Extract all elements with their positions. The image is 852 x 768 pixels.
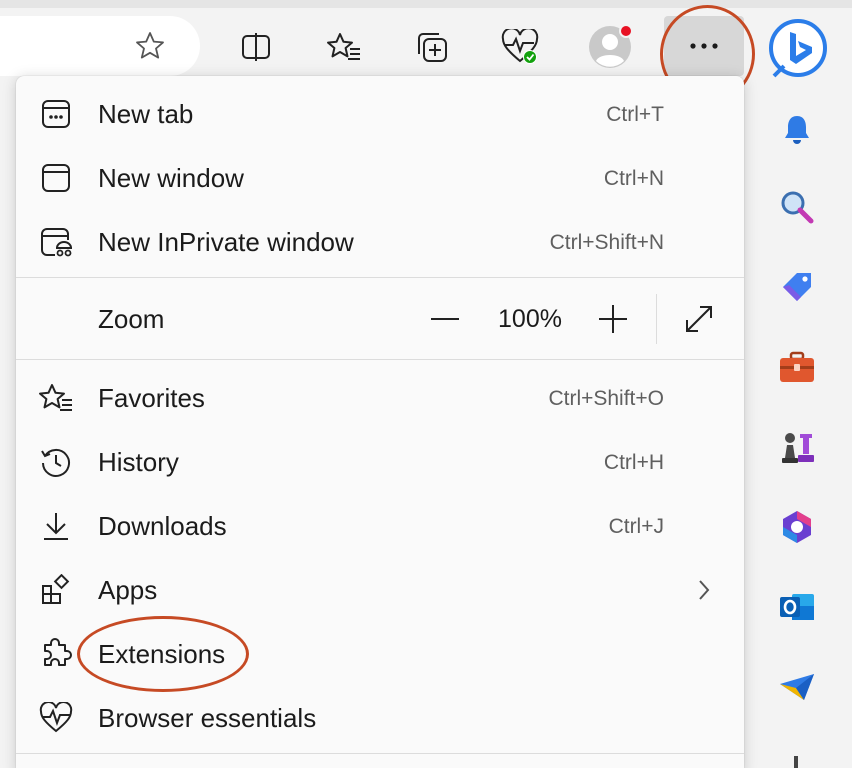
menu-item-new-tab[interactable]: New tab Ctrl+T	[16, 82, 744, 146]
menu-item-shortcut: Ctrl+Shift+O	[548, 387, 664, 410]
extensions-icon	[38, 638, 74, 670]
favorites-icon	[38, 382, 74, 414]
edge-sidebar	[762, 96, 842, 768]
menu-item-label: Favorites	[98, 383, 205, 413]
menu-divider	[16, 753, 744, 754]
fullscreen-icon[interactable]	[678, 298, 720, 340]
browser-top-strip	[0, 0, 852, 8]
menu-item-downloads[interactable]: Downloads Ctrl+J	[16, 494, 744, 558]
inprivate-icon	[38, 226, 74, 258]
history-icon	[38, 446, 74, 478]
menu-item-new-inprivate-window[interactable]: New InPrivate window Ctrl+Shift+N	[16, 210, 744, 274]
menu-divider	[16, 359, 744, 360]
games-icon[interactable]	[774, 424, 820, 470]
menu-item-label: New window	[98, 163, 244, 193]
chevron-right-icon	[694, 578, 714, 602]
shopping-tag-icon[interactable]	[774, 264, 820, 310]
zoom-out-button[interactable]	[424, 298, 466, 340]
menu-item-label: New tab	[98, 99, 194, 129]
send-icon[interactable]	[774, 664, 820, 710]
favorite-star-icon[interactable]	[126, 24, 174, 68]
menu-divider	[16, 277, 744, 278]
browser-essentials-icon[interactable]	[495, 22, 545, 72]
sidebar-add-icon[interactable]	[794, 756, 798, 768]
menu-item-shortcut: Ctrl+N	[603, 167, 664, 190]
collections-icon[interactable]	[407, 22, 457, 72]
new-window-icon	[38, 162, 74, 194]
menu-item-favorites[interactable]: Favorites Ctrl+Shift+O	[16, 366, 744, 430]
favorites-icon[interactable]	[319, 22, 369, 72]
menu-item-label: New InPrivate window	[98, 227, 354, 257]
zoom-label: Zoom	[98, 304, 165, 334]
zoom-separator	[656, 294, 657, 344]
profile-icon[interactable]	[585, 22, 635, 72]
zoom-value: 100%	[498, 305, 562, 333]
tools-icon[interactable]	[774, 344, 820, 390]
menu-item-label: History	[98, 447, 179, 477]
apps-icon	[38, 574, 74, 606]
menu-item-new-window[interactable]: New window Ctrl+N	[16, 146, 744, 210]
menu-item-label: Browser essentials	[98, 703, 317, 733]
zoom-control: Zoom 100%	[16, 286, 744, 352]
browser-essentials-icon	[38, 702, 74, 734]
menu-item-shortcut: Ctrl+T	[606, 103, 664, 126]
bing-copilot-icon[interactable]	[766, 18, 830, 80]
zoom-in-button[interactable]	[592, 298, 634, 340]
split-screen-icon[interactable]	[231, 22, 281, 72]
new-tab-icon	[38, 98, 74, 130]
menu-item-history[interactable]: History Ctrl+H	[16, 430, 744, 494]
menu-item-shortcut: Ctrl+H	[603, 451, 664, 474]
menu-item-label: Downloads	[98, 511, 227, 541]
menu-item-browser-essentials[interactable]: Browser essentials	[16, 686, 744, 750]
annotation-circle-extensions	[77, 616, 249, 692]
search-icon[interactable]	[774, 184, 820, 230]
menu-item-shortcut: Ctrl+Shift+N	[549, 231, 664, 254]
download-icon	[38, 510, 74, 542]
microsoft-365-icon[interactable]	[774, 504, 820, 550]
outlook-icon[interactable]	[774, 584, 820, 630]
bell-icon[interactable]	[774, 106, 820, 152]
menu-item-shortcut: Ctrl+J	[608, 515, 664, 538]
menu-item-label: Apps	[98, 575, 158, 605]
menu-item-apps[interactable]: Apps	[16, 558, 744, 622]
